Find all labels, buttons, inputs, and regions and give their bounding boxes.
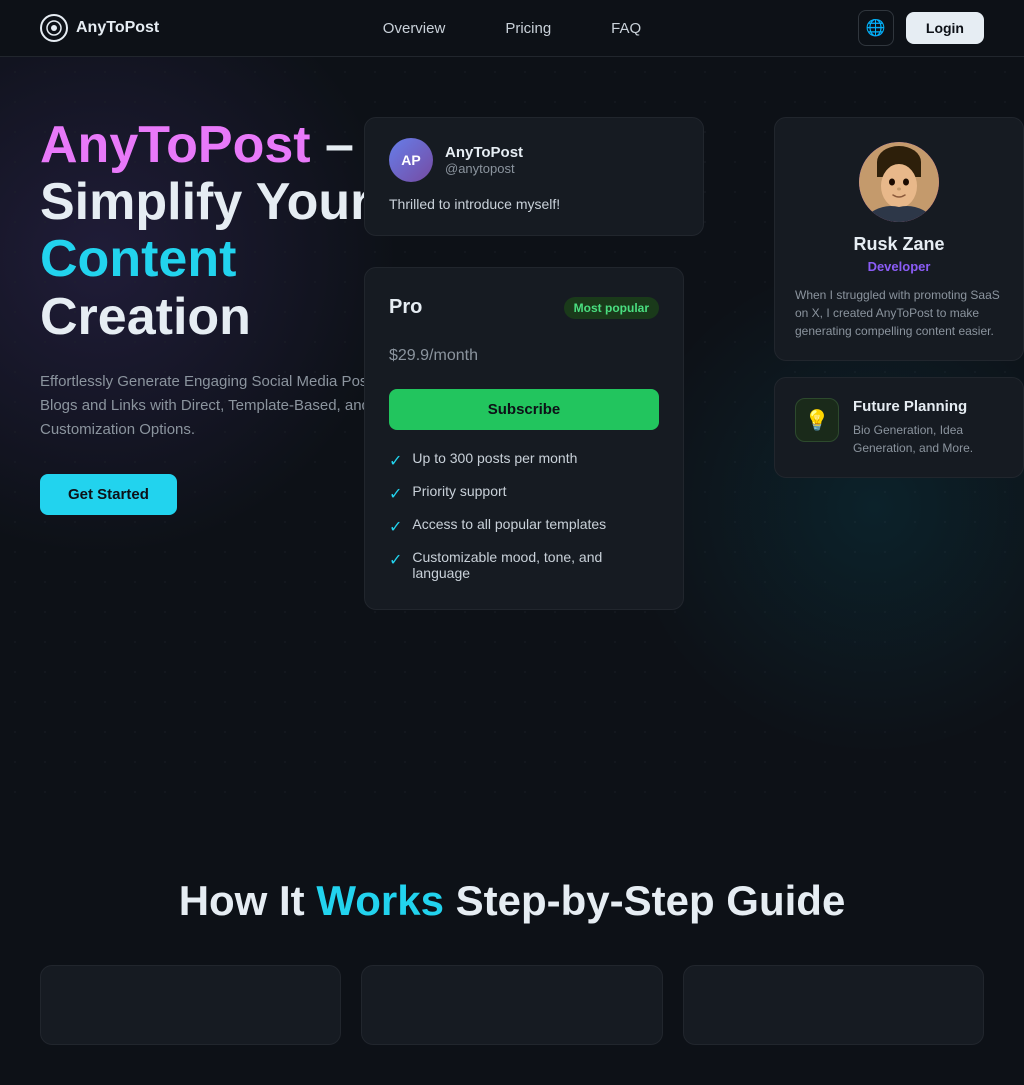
how-card-3 bbox=[683, 965, 984, 1045]
post-card-handle: @anytopost bbox=[445, 161, 523, 176]
pricing-card-header: Pro Most popular bbox=[389, 296, 659, 319]
feature-item-3: ✓ Access to all popular templates bbox=[389, 516, 659, 537]
how-title: How It Works Step-by-Step Guide bbox=[40, 877, 984, 925]
get-started-button[interactable]: Get Started bbox=[40, 474, 177, 515]
hero-title-accent: Content bbox=[40, 230, 236, 288]
navbar: AnyToPost Overview Pricing FAQ 🌐 Login bbox=[0, 0, 1024, 57]
developer-card: Rusk Zane Developer When I struggled wit… bbox=[774, 117, 1024, 361]
post-avatar-initials: AP bbox=[401, 152, 420, 168]
developer-avatar bbox=[859, 142, 939, 222]
post-avatar: AP bbox=[389, 138, 433, 182]
nav-overview[interactable]: Overview bbox=[383, 20, 446, 37]
future-icon: 💡 bbox=[795, 398, 839, 442]
feature-text-4: Customizable mood, tone, and language bbox=[412, 549, 659, 581]
language-button[interactable]: 🌐 bbox=[858, 10, 894, 46]
pricing-card: Pro Most popular $29.9/month Subscribe ✓… bbox=[364, 267, 684, 610]
subscribe-button[interactable]: Subscribe bbox=[389, 389, 659, 430]
nav-pricing[interactable]: Pricing bbox=[505, 20, 551, 37]
feature-text-3: Access to all popular templates bbox=[412, 516, 606, 532]
popular-badge: Most popular bbox=[564, 297, 659, 319]
nav-actions: 🌐 Login bbox=[858, 10, 984, 46]
logo-icon bbox=[40, 14, 68, 42]
lightbulb-icon: 💡 bbox=[805, 408, 830, 433]
how-title-accent: Works bbox=[316, 877, 444, 924]
developer-name: Rusk Zane bbox=[795, 234, 1003, 255]
logo-text: AnyToPost bbox=[76, 19, 159, 37]
check-icon-3: ✓ bbox=[389, 517, 402, 537]
developer-role: Developer bbox=[795, 259, 1003, 274]
future-title: Future Planning bbox=[853, 398, 1003, 415]
globe-icon: 🌐 bbox=[866, 18, 886, 38]
logo[interactable]: AnyToPost bbox=[40, 14, 159, 42]
how-cards-grid bbox=[40, 965, 984, 1045]
feature-text-2: Priority support bbox=[412, 483, 506, 499]
nav-links: Overview Pricing FAQ bbox=[383, 20, 641, 37]
post-card-info: AnyToPost @anytopost bbox=[445, 144, 523, 176]
future-card: 💡 Future Planning Bio Generation, Idea G… bbox=[774, 377, 1024, 478]
post-card-name: AnyToPost bbox=[445, 144, 523, 161]
feature-list: ✓ Up to 300 posts per month ✓ Priority s… bbox=[389, 450, 659, 581]
feature-text-1: Up to 300 posts per month bbox=[412, 450, 577, 466]
feature-item-4: ✓ Customizable mood, tone, and language bbox=[389, 549, 659, 581]
how-title-part1: How It bbox=[179, 877, 317, 924]
check-icon-1: ✓ bbox=[389, 451, 402, 471]
plan-name: Pro bbox=[389, 296, 422, 319]
post-card-header: AP AnyToPost @anytopost bbox=[389, 138, 679, 182]
post-card: AP AnyToPost @anytopost Thrilled to intr… bbox=[364, 117, 704, 236]
feature-item-1: ✓ Up to 300 posts per month bbox=[389, 450, 659, 471]
future-desc: Bio Generation, Idea Generation, and Mor… bbox=[853, 421, 1003, 457]
plan-price: $29.9/month bbox=[389, 327, 659, 369]
hero-section: AnyToPost – Simplify Your Content Creati… bbox=[0, 57, 1024, 817]
how-it-works-section: How It Works Step-by-Step Guide bbox=[0, 817, 1024, 1085]
nav-faq[interactable]: FAQ bbox=[611, 20, 641, 37]
hero-title-end: Creation bbox=[40, 288, 251, 346]
hero-subtitle: Effortlessly Generate Engaging Social Me… bbox=[40, 370, 420, 442]
price-period: /month bbox=[429, 347, 478, 364]
post-card-text: Thrilled to introduce myself! bbox=[389, 194, 679, 215]
how-title-part2: Step-by-Step Guide bbox=[444, 877, 845, 924]
developer-description: When I struggled with promoting SaaS on … bbox=[795, 286, 1003, 340]
price-amount: $29.9 bbox=[389, 347, 429, 364]
how-card-2 bbox=[361, 965, 662, 1045]
feature-item-2: ✓ Priority support bbox=[389, 483, 659, 504]
login-button[interactable]: Login bbox=[906, 12, 984, 44]
how-card-1 bbox=[40, 965, 341, 1045]
check-icon-2: ✓ bbox=[389, 484, 402, 504]
hero-brand-name: AnyToPost bbox=[40, 116, 311, 174]
check-icon-4: ✓ bbox=[389, 550, 402, 570]
future-info: Future Planning Bio Generation, Idea Gen… bbox=[853, 398, 1003, 457]
